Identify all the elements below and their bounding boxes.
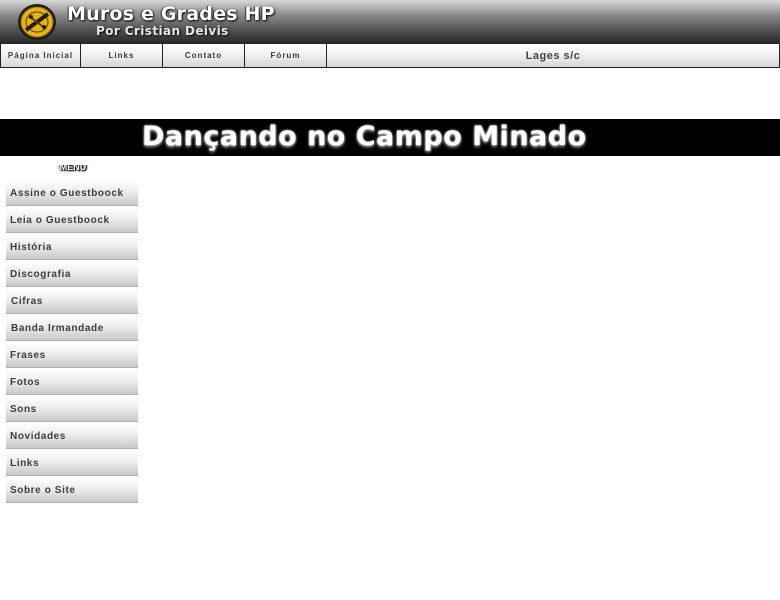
site-title: Muros e Grades HP bbox=[67, 3, 275, 25]
nav-forum-link[interactable]: Fórum bbox=[245, 43, 327, 68]
menu-label: MENU bbox=[59, 165, 87, 172]
side-menu: Assine o Guestboock Leia o Guestboock Hi… bbox=[6, 181, 138, 505]
page-title: Dançando no Campo Minado bbox=[142, 121, 587, 152]
menu-item-sign-guestbook[interactable]: Assine o Guestboock bbox=[6, 181, 138, 206]
menu-item-photos[interactable]: Fotos bbox=[6, 370, 138, 395]
menu-item-discography[interactable]: Discografia bbox=[6, 262, 138, 287]
menu-item-history[interactable]: História bbox=[6, 235, 138, 260]
nav-links-link[interactable]: Links bbox=[81, 43, 163, 68]
nav-home-link[interactable]: Página Inicial bbox=[0, 43, 81, 68]
menu-item-about-site[interactable]: Sobre o Site bbox=[6, 478, 138, 503]
menu-item-banda-irmandade[interactable]: Banda Irmandade bbox=[6, 316, 138, 341]
menu-item-quotes[interactable]: Frases bbox=[6, 343, 138, 368]
menu-item-read-guestbook[interactable]: Leia o Guestboock bbox=[6, 208, 138, 233]
site-header: Muros e Grades HP Por Cristian Deivis bbox=[0, 0, 780, 43]
site-subtitle: Por Cristian Deivis bbox=[96, 24, 229, 38]
crest-logo-icon bbox=[18, 4, 56, 40]
location-label: Lages s/c bbox=[327, 43, 780, 68]
menu-item-news[interactable]: Novidades bbox=[6, 424, 138, 449]
menu-item-links[interactable]: Links bbox=[6, 451, 138, 476]
page-banner: Dançando no Campo Minado bbox=[0, 119, 780, 156]
nav-contact-link[interactable]: Contato bbox=[163, 43, 245, 68]
top-nav: Página Inicial Links Contato Fórum Lages… bbox=[0, 43, 780, 68]
menu-item-sounds[interactable]: Sons bbox=[6, 397, 138, 422]
menu-item-chords[interactable]: Cifras bbox=[6, 289, 138, 314]
